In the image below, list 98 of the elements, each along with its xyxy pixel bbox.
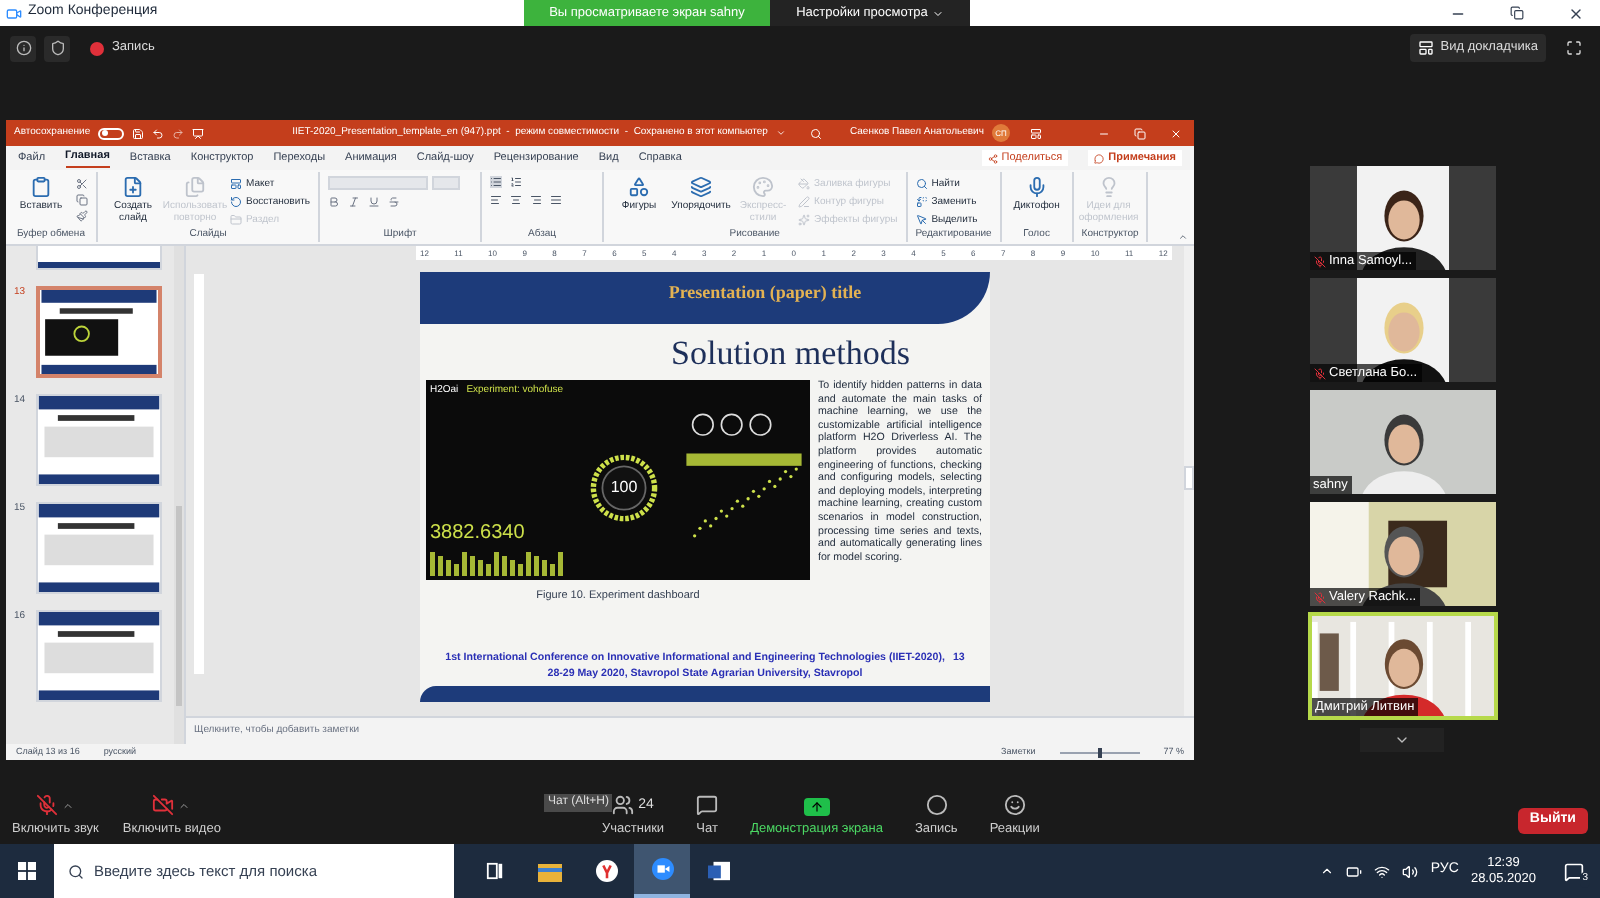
- muted-mic-icon: [1313, 255, 1325, 267]
- ribbon-icon: [184, 176, 206, 198]
- ribbon-icon: [690, 176, 713, 198]
- underline-icon: [368, 196, 381, 208]
- ribbon-icon: [915, 178, 928, 190]
- save-icon: [132, 127, 145, 139]
- battery-icon: [1346, 863, 1363, 879]
- ribbon-icon: [1025, 176, 1048, 198]
- search-icon: [809, 127, 822, 139]
- ribbon-icon: [628, 176, 651, 198]
- share-icon: [987, 153, 998, 163]
- ribbon-icon: [798, 196, 811, 208]
- tray-caret-icon: [1320, 864, 1335, 878]
- chevron-down-icon: [1394, 732, 1410, 748]
- gauge-drawing: [588, 452, 660, 524]
- numbering-icon: [510, 176, 523, 188]
- video-icon: [152, 794, 175, 817]
- redo-icon: [172, 127, 185, 139]
- font-size-field[interactable]: [432, 176, 461, 190]
- record-icon: [925, 794, 948, 817]
- slide-thumbnail[interactable]: [36, 286, 162, 378]
- bold-icon: [328, 196, 341, 208]
- autosave-toggle[interactable]: [98, 127, 125, 139]
- font-name-field[interactable]: [328, 176, 429, 190]
- ribbon-icon: [122, 176, 144, 198]
- cut-icon: [76, 178, 88, 190]
- brush-icon: [76, 210, 88, 222]
- reactions-icon: [1003, 794, 1026, 817]
- video-camera-icon: [651, 858, 673, 880]
- restore-icon: [1510, 5, 1524, 19]
- wifi-icon: [1374, 863, 1391, 879]
- slide-thumbnail[interactable]: [36, 502, 162, 594]
- slide-thumbnail-drawing: [40, 290, 158, 374]
- align-left-icon: [490, 194, 503, 206]
- italic-icon: [348, 196, 361, 208]
- close-icon: [1170, 127, 1182, 139]
- strikethrough-icon: [388, 196, 401, 208]
- slide-thumbnail[interactable]: [36, 610, 162, 702]
- align-center-icon: [510, 194, 523, 206]
- slide-header: Presentation (paper) title: [668, 280, 862, 306]
- ribbon-icon: [230, 178, 242, 190]
- folder-icon: [538, 861, 562, 881]
- ribbon-icon: [798, 178, 811, 190]
- ribbon-options-icon: [1029, 127, 1042, 139]
- gauge-score: 100: [610, 476, 638, 500]
- slide-thumbnail-drawing: [38, 504, 160, 592]
- align-right-icon: [530, 194, 543, 206]
- dashboard-value: 3882.6340: [430, 522, 527, 544]
- shield-icon: [49, 40, 65, 56]
- slide-thumbnail-drawing: [38, 612, 160, 700]
- ribbon-icon: [752, 176, 775, 198]
- slide-thumbnail[interactable]: [36, 394, 162, 486]
- ribbon-icon: [1097, 176, 1120, 198]
- participants-icon: [612, 794, 635, 817]
- bullets-icon: [490, 176, 503, 188]
- undo-icon: [152, 127, 165, 139]
- caret-icon: [775, 128, 786, 138]
- copy-icon: [76, 194, 88, 206]
- speaker-view-icon: [1418, 40, 1435, 56]
- scrollbar[interactable]: [174, 246, 184, 744]
- app-icon: [6, 5, 22, 21]
- search-icon: [68, 863, 84, 879]
- slide-title: Solution methods: [671, 332, 910, 376]
- info-icon: [15, 40, 31, 56]
- ribbon-icon: [30, 176, 52, 198]
- volume-icon: [1402, 863, 1419, 879]
- muted-mic-icon: [1313, 367, 1325, 379]
- windows-logo-icon[interactable]: [18, 862, 36, 880]
- caret-icon: [62, 799, 75, 812]
- caret-icon: [931, 7, 944, 19]
- slide-thumbnail[interactable]: [36, 246, 162, 270]
- task-view-icon: [485, 862, 503, 880]
- ribbon-icon: [230, 214, 242, 226]
- notifications-icon: [1564, 861, 1584, 881]
- chat-icon: [696, 794, 719, 817]
- scrollbar[interactable]: [1184, 246, 1194, 716]
- ribbon-icon: [915, 196, 928, 208]
- slideshow-icon: [192, 127, 205, 139]
- comment-icon: [1094, 153, 1105, 163]
- ribbon-icon: [798, 214, 811, 226]
- ribbon-icon: [915, 214, 928, 226]
- document-icon: [707, 860, 729, 882]
- fullscreen-icon: [1566, 40, 1582, 56]
- browser-icon: [595, 860, 617, 882]
- muted-mic-icon: [1313, 591, 1325, 603]
- info-button[interactable]: [10, 35, 36, 61]
- slide-thumbnail-drawing: [38, 396, 160, 484]
- security-button[interactable]: [44, 35, 70, 61]
- restore-icon: [1134, 127, 1146, 139]
- caret-icon: [178, 799, 191, 812]
- justify-icon: [550, 194, 563, 206]
- ribbon-icon: [230, 196, 242, 208]
- arrow-up-icon: [809, 800, 824, 815]
- mic-icon: [36, 794, 59, 817]
- minimize-icon: [1098, 127, 1110, 139]
- close-icon: [1568, 5, 1584, 21]
- collapse-ribbon-icon[interactable]: [1178, 232, 1188, 242]
- zoom-slider-thumb[interactable]: [1097, 747, 1102, 757]
